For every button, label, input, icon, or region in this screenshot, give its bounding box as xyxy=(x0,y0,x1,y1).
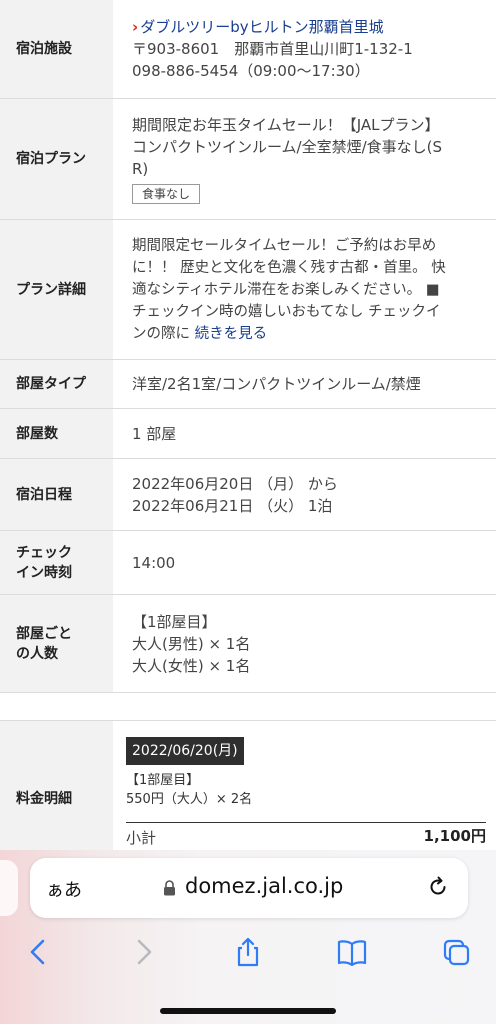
schedule-label: 宿泊日程 xyxy=(0,459,113,530)
tabs-icon[interactable] xyxy=(440,936,472,968)
row-guests: 部屋ごと の人数 【1部屋目】 大人(男性) × 1名 大人(女性) × 1名 xyxy=(0,595,496,693)
price-line: 550円（大人）× 2名 xyxy=(126,792,253,807)
schedule-value: 2022年06月20日 （月） から 2022年06月21日 （火） 1泊 xyxy=(132,459,486,530)
price-room: 【1部屋目】 xyxy=(126,773,200,788)
meal-tag: 食事なし xyxy=(132,184,201,204)
plan-line: コンパクトツインルーム/全室禁煙/食事なし(S xyxy=(132,138,443,156)
facility-value: › ダブルツリーbyヒルトン那覇首里城 〒903-8601 那覇市首里山川町1-1… xyxy=(132,0,486,98)
page-settings-button[interactable]: ぁあ xyxy=(46,876,82,902)
checkin-time-label: チェック イン時刻 xyxy=(0,531,113,594)
subtotal: 小計 1,100円 xyxy=(126,822,486,853)
row-schedule: 宿泊日程 2022年06月20日 （月） から 2022年06月21日 （火） … xyxy=(0,459,496,531)
hotel-phone: 098-886-5454（09:00〜17:30） xyxy=(132,62,370,80)
chevron-right-icon: › xyxy=(132,18,139,36)
share-icon[interactable] xyxy=(232,936,264,968)
room-type-label: 部屋タイプ xyxy=(0,360,113,408)
checkin-time-value: 14:00 xyxy=(132,553,176,572)
detail-line: 期間限定セールタイムセール！ご予約はお早め xyxy=(132,237,437,254)
plan-detail-label: プラン詳細 xyxy=(0,220,113,359)
facility-label: 宿泊施設 xyxy=(0,0,113,98)
plan-label: 宿泊プラン xyxy=(0,99,113,219)
detail-line: に！！ 歴史と文化を色濃く残す古都・首里。 快 xyxy=(132,259,446,276)
section-gap xyxy=(0,694,496,721)
address-bar[interactable]: ぁあ domez.jal.co.jp xyxy=(30,858,468,918)
subtotal-label: 小計 xyxy=(126,829,157,847)
room-count-value: 1 部屋 xyxy=(132,424,177,443)
detail-line: チェックイン時の嬉しいおもてなし チェックイ xyxy=(132,303,441,320)
forward-icon[interactable] xyxy=(128,936,160,968)
hotel-link[interactable]: › ダブルツリーbyヒルトン那覇首里城 xyxy=(132,16,486,38)
row-facility: 宿泊施設 › ダブルツリーbyヒルトン那覇首里城 〒903-8601 那覇市首里山… xyxy=(0,0,496,99)
reload-icon[interactable] xyxy=(426,875,450,899)
back-icon[interactable] xyxy=(22,936,54,968)
plan-line: R) xyxy=(132,160,149,178)
guest-female: 大人(女性) × 1名 xyxy=(132,656,251,675)
room-type-value: 洋室/2名1室/コンパクトツインルーム/禁煙 xyxy=(132,375,421,393)
plan-line: 期間限定お年玉タイムセール！【JALプラン】 xyxy=(132,116,440,134)
row-checkin-time: チェック イン時刻 14:00 xyxy=(0,531,496,595)
read-more-link[interactable]: 続きを見る xyxy=(195,326,268,342)
browser-toolbar xyxy=(0,930,496,974)
plan-detail-value: 期間限定セールタイムセール！ご予約はお早め に！！ 歴史と文化を色濃く残す古都・… xyxy=(132,220,486,359)
hotel-address: 〒903-8601 那覇市首里山川町1-132-1 xyxy=(132,40,413,58)
guest-male: 大人(男性) × 1名 xyxy=(132,634,251,653)
detail-line: ンの際に 続きを見る xyxy=(132,325,268,342)
date-chip: 2022/06/20(月) xyxy=(126,737,244,765)
row-room-count: 部屋数 1 部屋 xyxy=(0,409,496,459)
guests-label: 部屋ごと の人数 xyxy=(0,595,113,692)
detail-line: 適なシティホテル滞在をお楽しみください。 ■ xyxy=(132,281,440,298)
subtotal-amount: 1,100円 xyxy=(423,827,486,845)
home-indicator[interactable] xyxy=(160,1008,336,1014)
tab-preview[interactable] xyxy=(0,860,18,916)
row-room-type: 部屋タイプ 洋室/2名1室/コンパクトツインルーム/禁煙 xyxy=(0,360,496,409)
room-number: 【1部屋目】 xyxy=(132,612,217,631)
plan-value: 期間限定お年玉タイムセール！【JALプラン】 コンパクトツインルーム/全室禁煙/… xyxy=(132,99,486,219)
lock-icon xyxy=(164,880,175,896)
room-count-label: 部屋数 xyxy=(0,409,113,458)
checkin-date: 2022年06月20日 （月） から xyxy=(132,474,338,493)
url-text[interactable]: domez.jal.co.jp xyxy=(185,874,343,898)
bookmarks-icon[interactable] xyxy=(336,936,368,968)
checkout-date: 2022年06月21日 （火） 1泊 xyxy=(132,496,333,515)
guests-value: 【1部屋目】 大人(男性) × 1名 大人(女性) × 1名 xyxy=(132,595,486,692)
row-plan-detail: プラン詳細 期間限定セールタイムセール！ご予約はお早め に！！ 歴史と文化を色濃… xyxy=(0,220,496,360)
row-plan: 宿泊プラン 期間限定お年玉タイムセール！【JALプラン】 コンパクトツインルーム… xyxy=(0,99,496,220)
